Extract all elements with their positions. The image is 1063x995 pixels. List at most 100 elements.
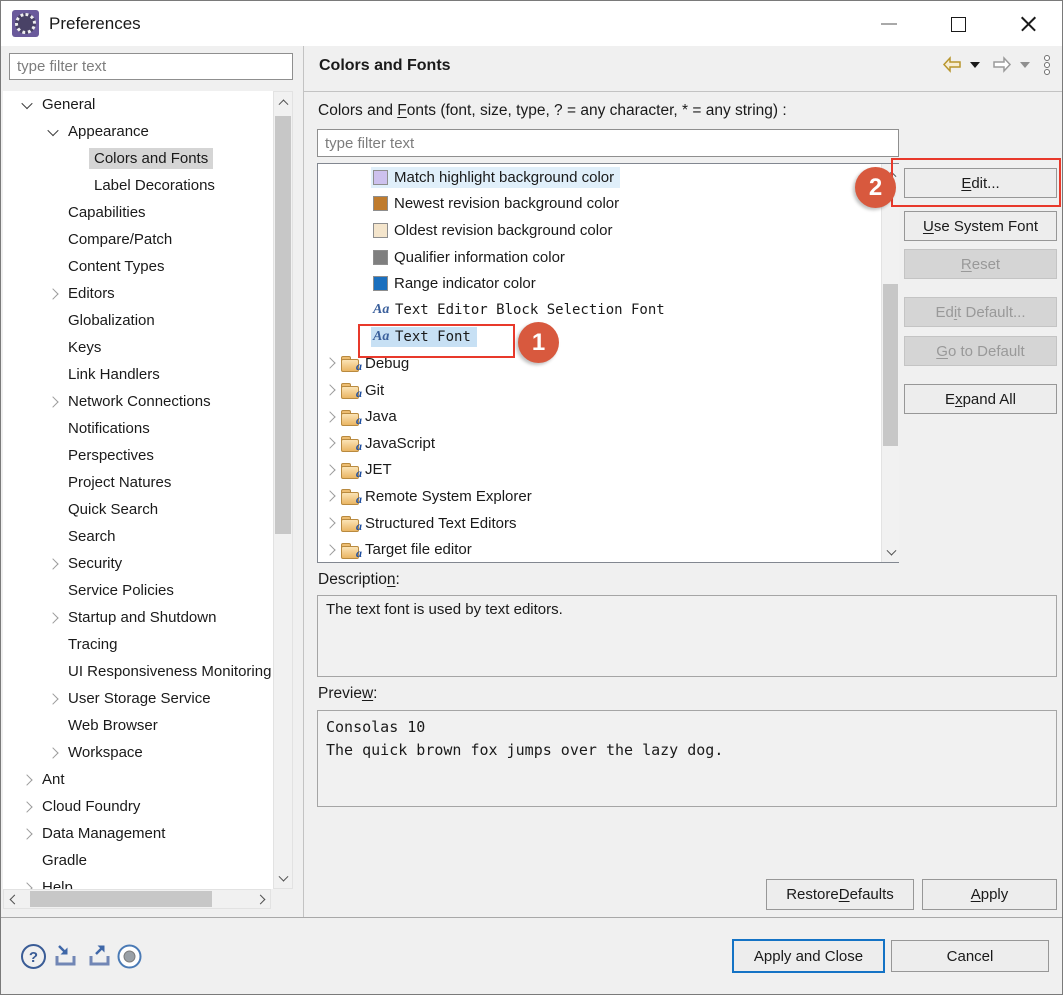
sidebar-item-tracing[interactable]: Tracing — [3, 631, 273, 658]
chevron-right-icon[interactable] — [322, 519, 338, 527]
view-menu-button[interactable] — [1044, 55, 1050, 75]
font-item-oldest-revision-background-color[interactable]: Oldest revision background color — [318, 217, 898, 244]
chevron-right-icon[interactable] — [17, 803, 37, 811]
edit-default-button[interactable]: Edit Default... — [904, 297, 1057, 327]
sidebar-item-user-storage-service[interactable]: User Storage Service — [3, 685, 273, 712]
edit-button[interactable]: Edit... — [904, 168, 1057, 198]
sidebar-item-search[interactable]: Search — [3, 523, 273, 550]
scroll-left-icon[interactable] — [5, 891, 23, 907]
chevron-right-icon[interactable] — [322, 413, 338, 421]
cancel-button[interactable]: Cancel — [891, 940, 1049, 972]
sidebar-item-ant[interactable]: Ant — [3, 766, 273, 793]
chevron-right-icon[interactable] — [322, 546, 338, 554]
font-item-debug[interactable]: aDebug — [318, 350, 898, 377]
chevron-right-icon[interactable] — [17, 776, 37, 784]
chevron-right-icon[interactable] — [322, 386, 338, 394]
preference-recorder-button[interactable] — [114, 942, 144, 970]
chevron-right-icon[interactable] — [43, 560, 63, 568]
font-item-match-highlight-background-color[interactable]: Match highlight background color — [318, 164, 898, 191]
sidebar-item-web-browser[interactable]: Web Browser — [3, 712, 273, 739]
reset-button[interactable]: Reset — [904, 249, 1057, 279]
font-item-structured-text-editors[interactable]: aStructured Text Editors — [318, 510, 898, 537]
scroll-up-icon[interactable] — [882, 165, 900, 181]
sidebar-filter-input[interactable] — [9, 53, 293, 80]
scroll-down-icon[interactable] — [274, 871, 292, 887]
sidebar-item-link-handlers[interactable]: Link Handlers — [3, 361, 273, 388]
back-button[interactable] — [942, 56, 962, 73]
apply-button[interactable]: Apply — [922, 879, 1057, 910]
sidebar-item-globalization[interactable]: Globalization — [3, 307, 273, 334]
chevron-right-icon[interactable] — [43, 614, 63, 622]
use-system-font-button[interactable]: Use System Font — [904, 211, 1057, 241]
sidebar-item-network-connections[interactable]: Network Connections — [3, 388, 273, 415]
sidebar-item-security[interactable]: Security — [3, 550, 273, 577]
chevron-right-icon[interactable] — [322, 439, 338, 447]
font-item-javascript[interactable]: aJavaScript — [318, 430, 898, 457]
sidebar-item-workspace[interactable]: Workspace — [3, 739, 273, 766]
go-to-default-button[interactable]: Go to Default — [904, 336, 1057, 366]
restore-defaults-button[interactable]: Restore Defaults — [766, 879, 914, 910]
sidebar-item-capabilities[interactable]: Capabilities — [3, 199, 273, 226]
maximize-button[interactable] — [936, 7, 980, 41]
sidebar-item-project-natures[interactable]: Project Natures — [3, 469, 273, 496]
font-item-remote-system-explorer[interactable]: aRemote System Explorer — [318, 483, 898, 510]
font-item-target-file-editor[interactable]: aTarget file editor — [318, 536, 898, 563]
sidebar-item-startup-and-shutdown[interactable]: Startup and Shutdown — [3, 604, 273, 631]
font-item-text-editor-block-selection-font[interactable]: AaText Editor Block Selection Font — [318, 297, 898, 324]
expand-all-button[interactable]: Expand All — [904, 384, 1057, 414]
sidebar-item-keys[interactable]: Keys — [3, 334, 273, 361]
sidebar-item-quick-search[interactable]: Quick Search — [3, 496, 273, 523]
sidebar-item-perspectives[interactable]: Perspectives — [3, 442, 273, 469]
minimize-button[interactable] — [867, 7, 911, 41]
forward-button[interactable] — [992, 56, 1012, 73]
chevron-right-icon[interactable] — [43, 749, 63, 757]
sidebar-item-ui-responsiveness-monitoring[interactable]: UI Responsiveness Monitoring — [3, 658, 273, 685]
scroll-down-icon[interactable] — [882, 545, 900, 561]
help-button[interactable]: ? — [18, 942, 48, 970]
sidebar-item-editors[interactable]: Editors — [3, 280, 273, 307]
sidebar-item-appearance[interactable]: Appearance — [3, 118, 273, 145]
font-item-jet[interactable]: aJET — [318, 457, 898, 484]
apply-and-close-button[interactable]: Apply and Close — [732, 939, 885, 973]
font-item-text-font[interactable]: AaText Font — [318, 324, 898, 351]
sidebar-vertical-scrollbar[interactable] — [273, 91, 293, 889]
scrollbar-thumb[interactable] — [275, 116, 291, 534]
list-vertical-scrollbar[interactable] — [881, 164, 899, 562]
sidebar-item-data-management[interactable]: Data Management — [3, 820, 273, 847]
chevron-right-icon[interactable] — [322, 359, 338, 367]
import-preferences-button[interactable] — [51, 942, 81, 970]
sidebar-item-content-types[interactable]: Content Types — [3, 253, 273, 280]
chevron-right-icon[interactable] — [322, 466, 338, 474]
chevron-down-icon[interactable] — [17, 101, 37, 109]
font-item-newest-revision-background-color[interactable]: Newest revision background color — [318, 191, 898, 218]
scrollbar-thumb[interactable] — [30, 891, 212, 907]
chevron-right-icon[interactable] — [17, 830, 37, 838]
font-item-range-indicator-color[interactable]: Range indicator color — [318, 270, 898, 297]
chevron-down-icon[interactable] — [43, 128, 63, 136]
sidebar-item-service-policies[interactable]: Service Policies — [3, 577, 273, 604]
export-preferences-button[interactable] — [85, 942, 115, 970]
chevron-right-icon[interactable] — [43, 398, 63, 406]
font-item-java[interactable]: aJava — [318, 403, 898, 430]
scroll-up-icon[interactable] — [274, 93, 292, 109]
back-history-button[interactable] — [970, 62, 980, 68]
sidebar-item-notifications[interactable]: Notifications — [3, 415, 273, 442]
sidebar-item-gradle[interactable]: Gradle — [3, 847, 273, 874]
font-item-git[interactable]: aGit — [318, 377, 898, 404]
sidebar-item-colors-and-fonts[interactable]: Colors and Fonts — [3, 145, 273, 172]
close-button[interactable] — [1006, 7, 1050, 41]
forward-history-button[interactable] — [1020, 62, 1030, 68]
sidebar-item-compare-patch[interactable]: Compare/Patch — [3, 226, 273, 253]
font-item-qualifier-information-color[interactable]: Qualifier information color — [318, 244, 898, 271]
chevron-right-icon[interactable] — [322, 492, 338, 500]
sidebar-item-help[interactable]: Help — [3, 874, 273, 889]
fonts-filter-input[interactable] — [317, 129, 899, 157]
scroll-right-icon[interactable] — [251, 891, 269, 907]
sidebar-item-label-decorations[interactable]: Label Decorations — [3, 172, 273, 199]
chevron-right-icon[interactable] — [43, 695, 63, 703]
scrollbar-thumb[interactable] — [883, 284, 898, 446]
sidebar-item-cloud-foundry[interactable]: Cloud Foundry — [3, 793, 273, 820]
sidebar-horizontal-scrollbar[interactable] — [3, 889, 271, 909]
chevron-right-icon[interactable] — [43, 290, 63, 298]
sidebar-item-general[interactable]: General — [3, 91, 273, 118]
